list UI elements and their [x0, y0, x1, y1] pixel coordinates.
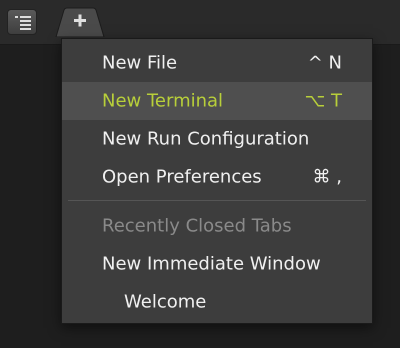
menu-item-recently-closed-tabs: Recently Closed Tabs	[62, 207, 372, 245]
menu-separator	[68, 200, 366, 201]
menu-item-label: Open Preferences	[102, 166, 262, 188]
menu-item-welcome[interactable]: Welcome	[62, 283, 372, 321]
menu-item-label: New Immediate Window	[102, 253, 321, 275]
menu-item-new-terminal[interactable]: New Terminal ⌥ T	[62, 82, 372, 120]
menu-item-shortcut: ⌥ T	[304, 90, 342, 112]
new-tab-menu: New File ^ N New Terminal ⌥ T New Run Co…	[61, 38, 373, 324]
menu-item-open-preferences[interactable]: Open Preferences ⌘ ,	[62, 158, 372, 196]
menu-item-new-immediate-window[interactable]: New Immediate Window	[62, 245, 372, 283]
menu-item-label: New Run Configuration	[102, 128, 310, 150]
menu-item-label: Welcome	[124, 291, 207, 313]
menu-item-shortcut: ⌘ ,	[312, 166, 342, 188]
menu-toggle-button[interactable]	[7, 9, 37, 35]
menu-item-label: New File	[102, 52, 178, 74]
menu-item-shortcut: ^ N	[307, 52, 342, 74]
menu-item-new-file[interactable]: New File ^ N	[62, 44, 372, 82]
menu-item-label: Recently Closed Tabs	[102, 215, 292, 237]
menu-item-new-run-configuration[interactable]: New Run Configuration	[62, 120, 372, 158]
menu-item-label: New Terminal	[102, 90, 224, 112]
new-tab-button[interactable]	[54, 7, 106, 37]
